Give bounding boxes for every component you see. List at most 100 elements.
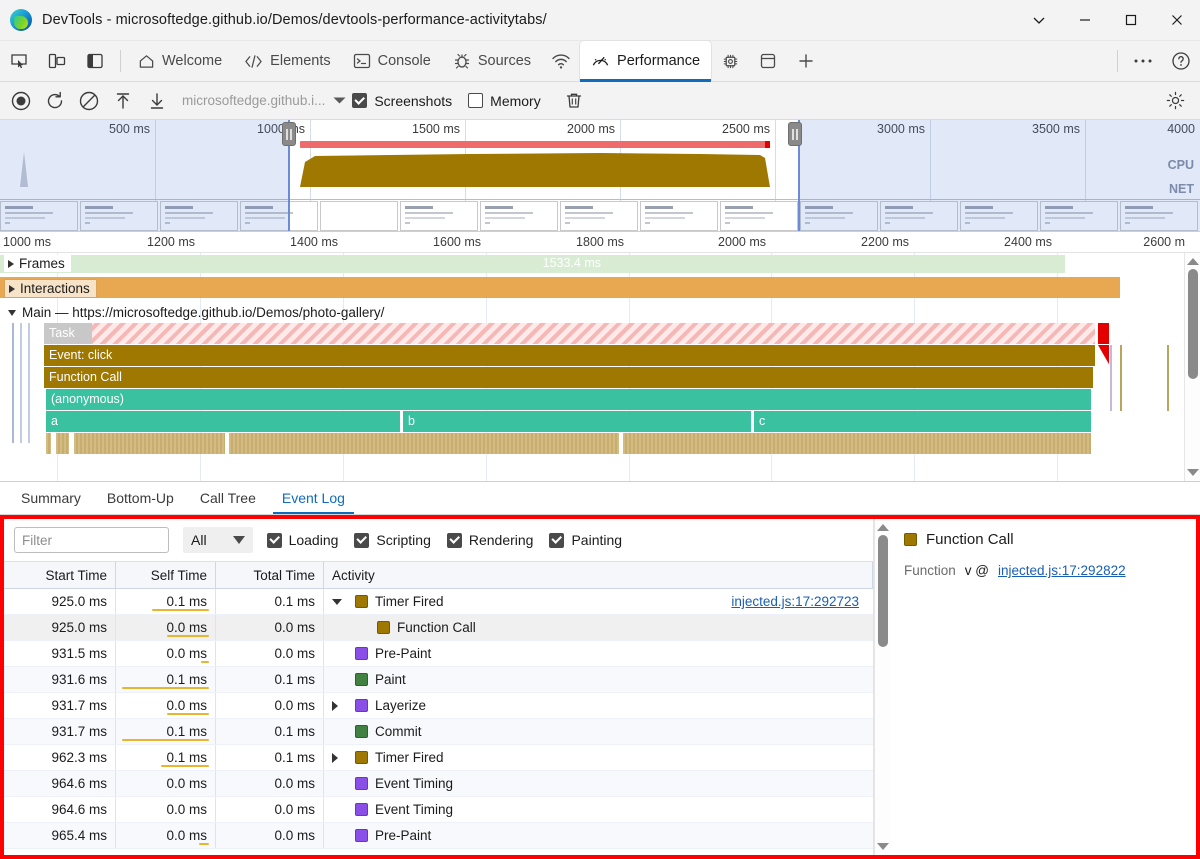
filmstrip-thumbnail[interactable] xyxy=(640,201,718,231)
screenshots-checkbox[interactable]: Screenshots xyxy=(352,93,452,109)
column-header-self-time[interactable]: Self Time xyxy=(116,562,216,588)
record-icon[interactable] xyxy=(4,86,38,116)
table-row[interactable]: 931.7 ms 0.0 ms 0.0 ms Layerize xyxy=(4,693,873,719)
chevron-right-icon[interactable] xyxy=(332,700,348,711)
flame-bar-event-end[interactable] xyxy=(1098,345,1110,366)
flame-row[interactable]: a b c xyxy=(0,411,1184,433)
flame-bar-task-end[interactable] xyxy=(1098,323,1110,344)
flame-scrollbar[interactable] xyxy=(1184,253,1200,481)
flame-bar-segment[interactable] xyxy=(74,433,226,454)
table-row[interactable]: 962.3 ms 0.1 ms 0.1 ms Timer Fired xyxy=(4,745,873,771)
scrollbar-thumb[interactable] xyxy=(877,535,888,647)
tab-memory[interactable] xyxy=(711,41,749,81)
tab-event-log[interactable]: Event Log xyxy=(269,482,358,514)
table-row[interactable]: 931.5 ms 0.0 ms 0.0 ms Pre-Paint xyxy=(4,641,873,667)
table-row[interactable]: 964.6 ms 0.0 ms 0.0 ms Event Timing xyxy=(4,771,873,797)
filmstrip-thumbnail[interactable] xyxy=(80,201,158,231)
dock-side-icon[interactable] xyxy=(76,41,114,81)
clear-icon[interactable] xyxy=(72,86,106,116)
duration-select[interactable]: All xyxy=(183,527,253,553)
inspect-icon[interactable] xyxy=(0,41,38,81)
tab-sources[interactable]: Sources xyxy=(442,41,542,81)
scrollbar-track[interactable] xyxy=(877,531,888,843)
filmstrip-thumbnail[interactable] xyxy=(1040,201,1118,231)
device-toggle-icon[interactable] xyxy=(38,41,76,81)
filmstrip-thumbnail[interactable] xyxy=(400,201,478,231)
overview-filmstrip[interactable] xyxy=(0,200,1200,231)
table-row[interactable]: 964.6 ms 0.0 ms 0.0 ms Event Timing xyxy=(4,797,873,823)
gear-icon[interactable] xyxy=(1158,86,1192,116)
track-interactions[interactable] xyxy=(0,277,1184,298)
scroll-down-icon[interactable] xyxy=(1186,469,1199,476)
flame-bar-task[interactable]: Task xyxy=(44,323,1096,344)
upload-profile-icon[interactable] xyxy=(106,86,140,116)
more-options-icon[interactable] xyxy=(1124,41,1162,81)
filmstrip-thumbnail[interactable] xyxy=(1120,201,1198,231)
table-row[interactable]: 925.0 ms 0.0 ms 0.0 ms Function Call xyxy=(4,615,873,641)
filmstrip-thumbnail[interactable] xyxy=(880,201,958,231)
flame-row[interactable]: Function Call xyxy=(0,367,1184,389)
scroll-down-icon[interactable] xyxy=(876,843,889,850)
track-frames[interactable]: 1533.4 ms xyxy=(0,253,1184,274)
filmstrip-thumbnail[interactable] xyxy=(800,201,878,231)
filmstrip-thumbnail[interactable] xyxy=(960,201,1038,231)
category-rendering[interactable]: Rendering xyxy=(446,532,533,548)
flame-bar-c[interactable]: c xyxy=(754,411,1092,432)
table-row[interactable]: 925.0 ms 0.1 ms 0.1 ms Timer Fired injected.… xyxy=(4,589,873,615)
filter-input[interactable] xyxy=(14,527,169,553)
tab-performance[interactable]: Performance xyxy=(580,41,712,82)
table-row[interactable]: 965.4 ms 0.0 ms 0.0 ms Pre-Paint xyxy=(4,823,873,849)
chevron-down-icon[interactable] xyxy=(332,598,348,605)
track-interactions-title[interactable]: Interactions xyxy=(4,279,97,298)
flame-bar-a[interactable]: a xyxy=(46,411,401,432)
tab-bottom-up[interactable]: Bottom-Up xyxy=(94,482,187,514)
filmstrip-thumbnail[interactable] xyxy=(0,201,78,231)
delete-icon[interactable] xyxy=(557,86,591,116)
filmstrip-thumbnail[interactable] xyxy=(240,201,318,231)
source-link[interactable]: injected.js:17:292723 xyxy=(731,594,865,609)
chevron-down-icon[interactable] xyxy=(333,92,346,110)
scrollbar-track[interactable] xyxy=(1187,265,1198,469)
scroll-up-icon[interactable] xyxy=(876,524,889,531)
timeline-flame-chart[interactable]: 1000 ms 1200 ms 1400 ms 1600 ms 1800 ms … xyxy=(0,232,1200,482)
flame-bar-segment[interactable] xyxy=(46,433,52,454)
flame-bar-segment[interactable] xyxy=(56,433,70,454)
chevron-right-icon[interactable] xyxy=(332,752,348,763)
flame-row[interactable]: Task xyxy=(0,323,1184,345)
column-header-total-time[interactable]: Total Time xyxy=(216,562,324,588)
flame-bar-anonymous[interactable]: (anonymous) xyxy=(46,389,1092,410)
table-row[interactable]: 931.6 ms 0.1 ms 0.1 ms Paint xyxy=(4,667,873,693)
category-painting[interactable]: Painting xyxy=(549,532,622,548)
filmstrip-thumbnail[interactable] xyxy=(480,201,558,231)
tab-application[interactable] xyxy=(749,41,787,81)
flame-bar-event-click[interactable]: Event: click xyxy=(44,345,1096,366)
table-row[interactable]: 931.7 ms 0.1 ms 0.1 ms Commit xyxy=(4,719,873,745)
event-log-rows[interactable]: 925.0 ms 0.1 ms 0.1 ms Timer Fired injected.… xyxy=(4,589,873,855)
tab-console[interactable]: Console xyxy=(342,41,442,81)
add-panel-button[interactable] xyxy=(787,41,825,81)
details-function-link[interactable]: injected.js:17:292822 xyxy=(998,563,1126,578)
filmstrip-thumbnail[interactable] xyxy=(320,201,398,231)
column-header-start-time[interactable]: Start Time xyxy=(4,562,116,588)
flame-chart-body[interactable]: 1533.4 ms Frames Interactions Main — htt… xyxy=(0,253,1184,481)
flame-bar-function-call[interactable]: Function Call xyxy=(44,367,1094,388)
tab-summary[interactable]: Summary xyxy=(8,482,94,514)
filmstrip-thumbnail[interactable] xyxy=(160,201,238,231)
scrollbar-thumb[interactable] xyxy=(1187,269,1198,379)
flame-bar-segment[interactable] xyxy=(623,433,1092,454)
help-icon[interactable] xyxy=(1162,41,1200,81)
timeline-overview[interactable]: 500 ms 1000 ms 1500 ms 2000 ms 2500 ms 3… xyxy=(0,120,1200,232)
memory-checkbox[interactable]: Memory xyxy=(468,93,541,109)
event-log-scrollbar[interactable] xyxy=(874,519,890,855)
filmstrip-thumbnail[interactable] xyxy=(560,201,638,231)
flame-row[interactable]: Event: click xyxy=(0,345,1184,367)
chevron-down-icon[interactable] xyxy=(1016,0,1062,41)
selection-grip-right[interactable] xyxy=(788,122,802,146)
tab-network[interactable] xyxy=(542,41,580,81)
column-header-activity[interactable]: Activity xyxy=(324,562,873,588)
close-icon[interactable] xyxy=(1154,0,1200,41)
selection-grip-left[interactable] xyxy=(282,122,296,146)
flame-row[interactable]: (anonymous) xyxy=(0,389,1184,411)
reload-record-icon[interactable] xyxy=(38,86,72,116)
tab-elements[interactable]: Elements xyxy=(233,41,341,81)
